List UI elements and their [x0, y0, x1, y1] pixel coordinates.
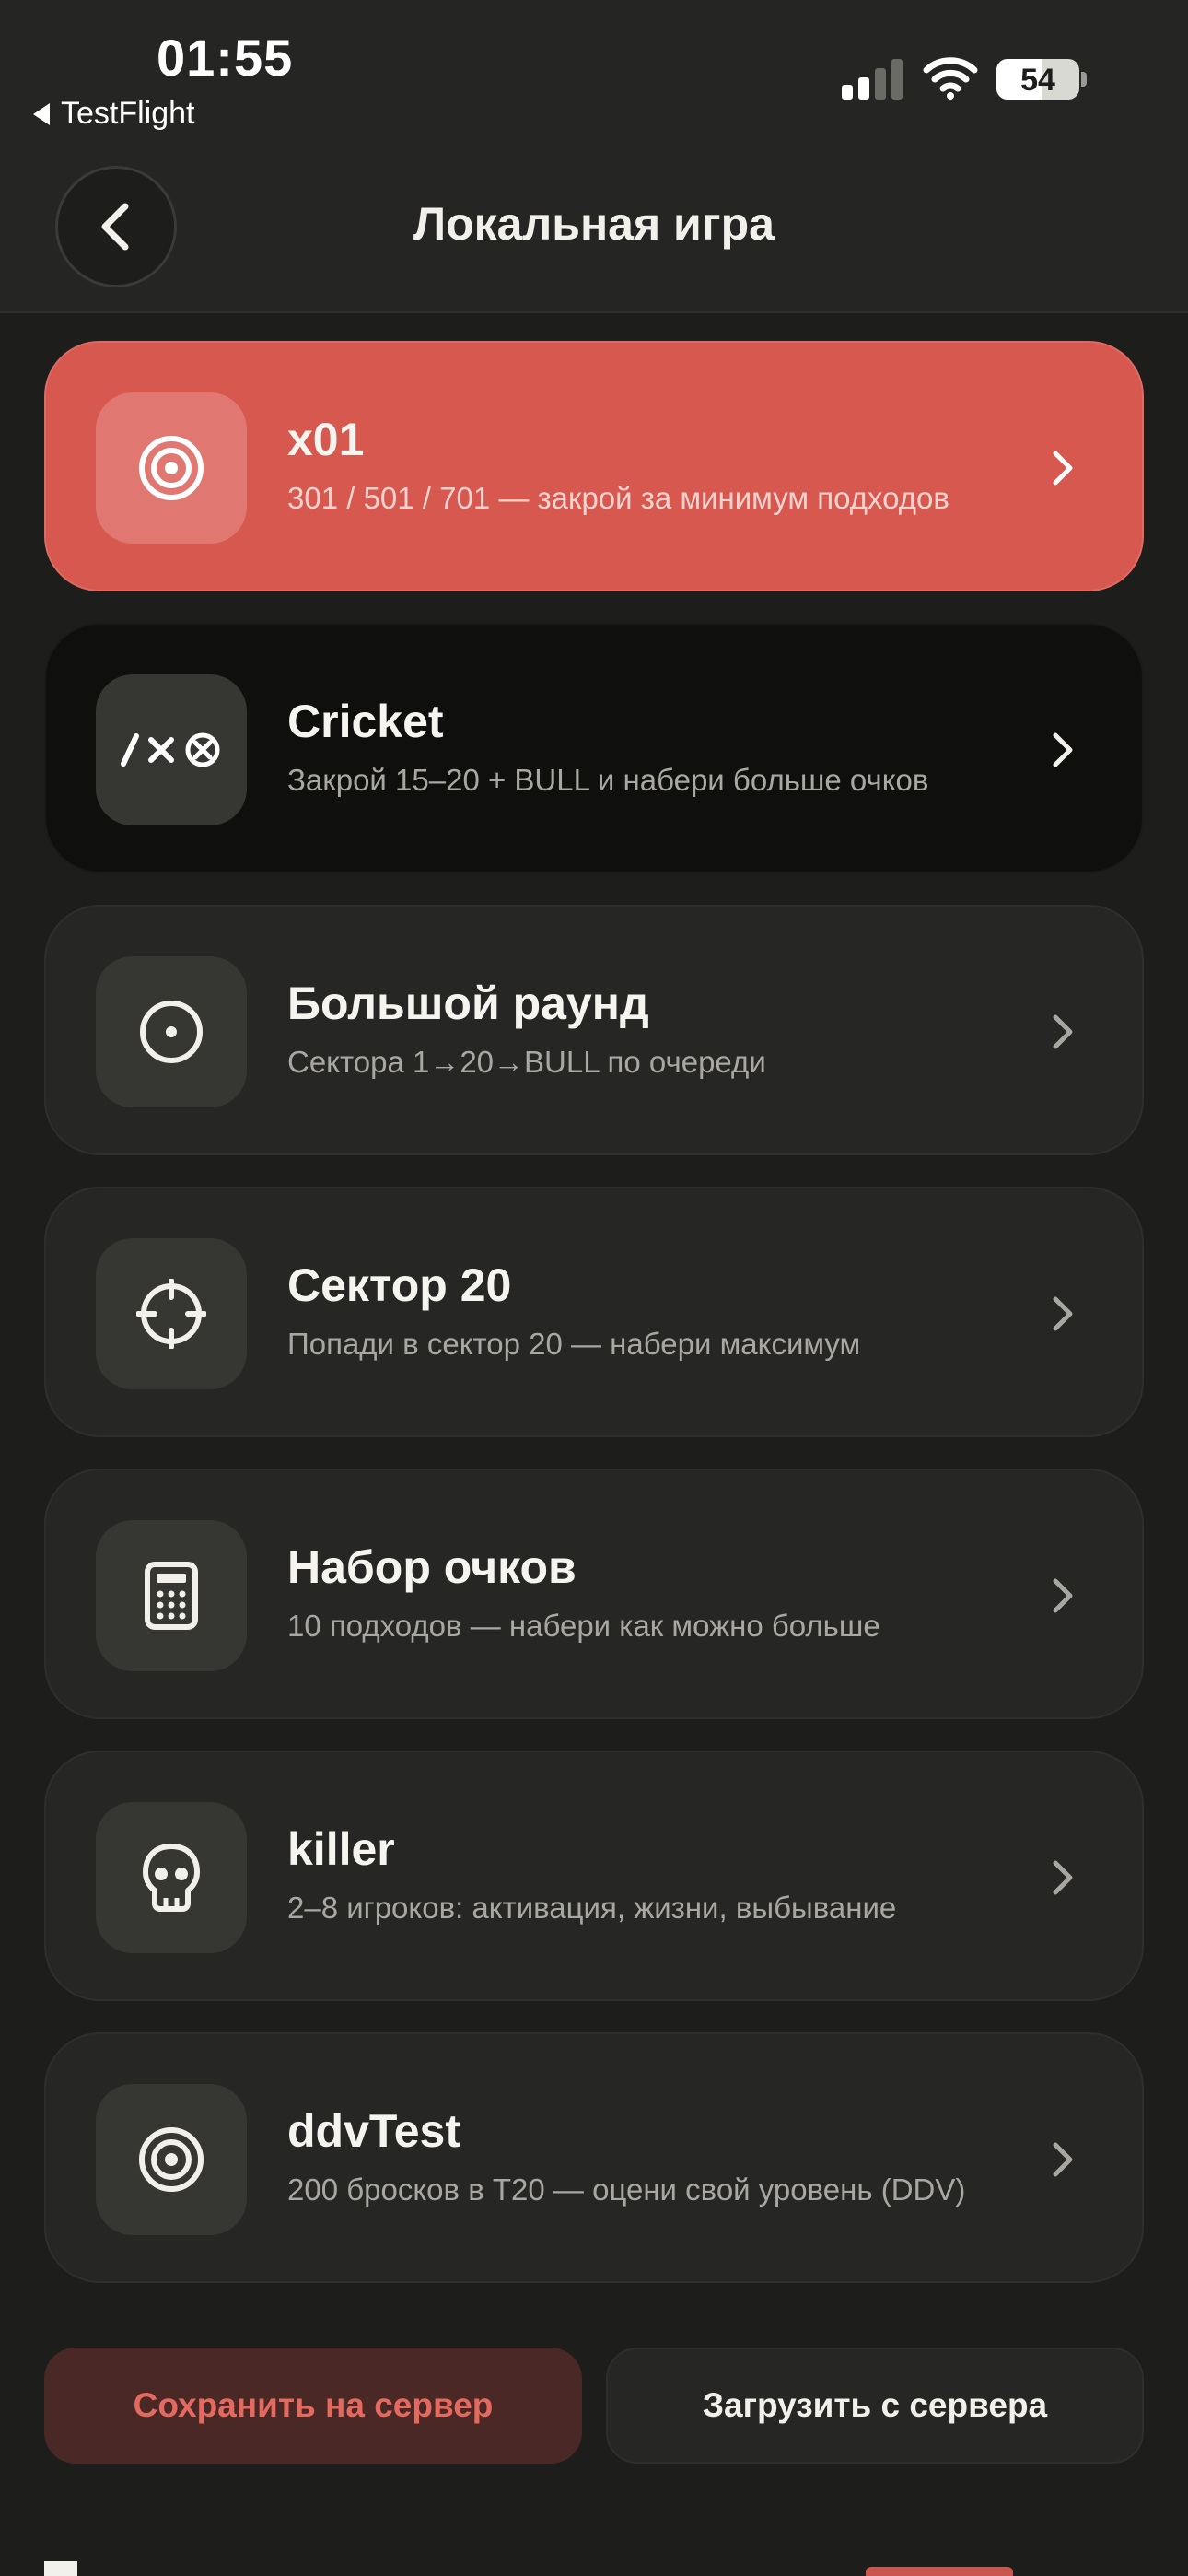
mode-card-x01[interactable]: x01 301 / 501 / 701 — закрой за минимум … — [44, 341, 1144, 591]
mode-text: ddvTest 200 бросков в T20 — оцени свой у… — [287, 2034, 1004, 2281]
mode-subtitle: Попади в сектор 20 — набери максимум — [287, 1327, 861, 1361]
chevron-right-icon — [1053, 451, 1073, 486]
page-title: Локальная игра — [413, 198, 775, 250]
mode-text: killer 2–8 игроков: активация, жизни, вы… — [287, 1752, 1004, 1999]
crosshair-icon — [96, 1238, 247, 1389]
mode-subtitle: Закрой 15–20 + BULL и набери больше очко… — [287, 763, 929, 797]
mode-text: Большой раунд Сектора 1→20→BULL по очере… — [287, 907, 1004, 1153]
wifi-icon — [923, 57, 978, 100]
mode-card-sector-20[interactable]: Сектор 20 Попади в сектор 20 — набери ма… — [44, 1187, 1144, 1437]
battery-icon: 54 — [996, 59, 1079, 100]
mode-subtitle: 200 бросков в T20 — оцени свой уровень (… — [287, 2172, 966, 2207]
back-app-label: TestFlight — [61, 96, 195, 131]
chevron-right-icon — [1053, 1296, 1073, 1331]
chevron-right-icon — [1053, 1014, 1073, 1049]
target-icon — [96, 2084, 247, 2235]
target-icon — [96, 392, 247, 544]
navigation-bar: Локальная игра — [0, 138, 1188, 313]
chevron-right-icon — [1053, 732, 1073, 767]
save-to-server-button[interactable]: Сохранить на сервер — [44, 2348, 582, 2464]
mode-title: killer — [287, 1823, 395, 1875]
mode-title: Большой раунд — [287, 978, 649, 1029]
load-from-server-button[interactable]: Загрузить с сервера — [606, 2348, 1144, 2464]
chevron-right-icon — [1053, 2142, 1073, 2177]
footer-element-right — [866, 2567, 1013, 2576]
circle-dot-icon — [96, 956, 247, 1107]
calculator-icon — [96, 1520, 247, 1671]
mode-subtitle: Сектора 1→20→BULL по очереди — [287, 1045, 766, 1079]
mode-title: ddvTest — [287, 2105, 460, 2157]
mode-subtitle: 2–8 игроков: активация, жизни, выбывание — [287, 1891, 897, 1925]
mode-text: Сектор 20 Попади в сектор 20 — набери ма… — [287, 1188, 1004, 1435]
mode-card-ddvtest[interactable]: ddvTest 200 бросков в T20 — оцени свой у… — [44, 2032, 1144, 2283]
mode-title: Набор очков — [287, 1541, 577, 1593]
cricket-marks-icon — [96, 674, 247, 825]
mode-card-big-round[interactable]: Большой раунд Сектора 1→20→BULL по очере… — [44, 905, 1144, 1155]
skull-icon — [96, 1802, 247, 1953]
mode-card-killer[interactable]: killer 2–8 игроков: активация, жизни, вы… — [44, 1751, 1144, 2001]
mode-title: x01 — [287, 414, 365, 465]
footer-element-left — [44, 2561, 77, 2576]
back-triangle-icon — [33, 102, 50, 125]
mode-title: Cricket — [287, 696, 444, 747]
chevron-right-icon — [1053, 1578, 1073, 1613]
mode-card-cricket[interactable]: Cricket Закрой 15–20 + BULL и набери бол… — [44, 623, 1144, 873]
mode-subtitle: 10 подходов — набери как можно больше — [287, 1609, 880, 1643]
mode-card-score-collection[interactable]: Набор очков 10 подходов — набери как мож… — [44, 1469, 1144, 1719]
back-to-app-link[interactable]: TestFlight — [33, 96, 195, 132]
battery-tip — [1081, 72, 1087, 87]
battery-percent: 54 — [1020, 63, 1055, 98]
mode-text: Cricket Закрой 15–20 + BULL и набери бол… — [287, 625, 1004, 872]
chevron-right-icon — [1053, 1860, 1073, 1895]
cellular-signal-icon — [842, 59, 906, 100]
mode-subtitle: 301 / 501 / 701 — закрой за минимум подх… — [287, 481, 949, 515]
mode-title: Сектор 20 — [287, 1259, 512, 1311]
mode-text: x01 301 / 501 / 701 — закрой за минимум … — [287, 343, 1004, 590]
mode-text: Набор очков 10 подходов — набери как мож… — [287, 1470, 1004, 1717]
status-time: 01:55 — [157, 29, 294, 87]
